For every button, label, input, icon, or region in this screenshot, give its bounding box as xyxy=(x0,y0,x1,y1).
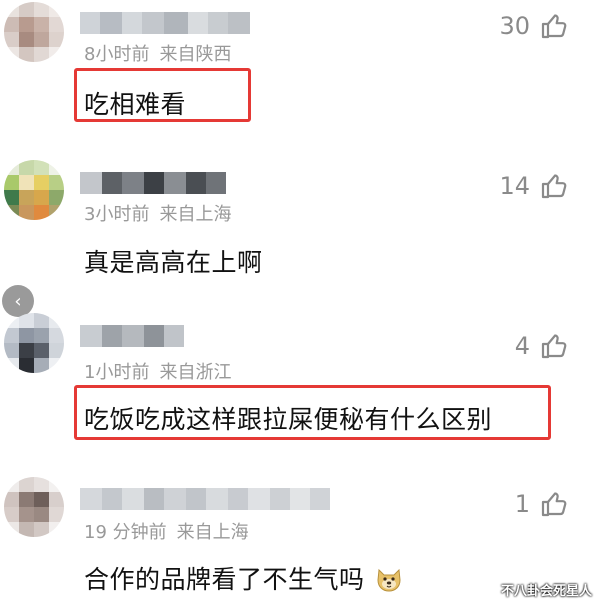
like-button[interactable]: 30 xyxy=(499,12,568,40)
comment-time: 1小时前 xyxy=(84,362,150,383)
comment-meta: 19 分钟前 来自上海 xyxy=(84,518,249,544)
highlight-box xyxy=(74,68,251,122)
avatar[interactable] xyxy=(4,2,64,62)
username-blurred[interactable] xyxy=(80,325,184,347)
like-button[interactable]: 4 xyxy=(515,332,568,360)
like-count: 14 xyxy=(499,172,530,200)
avatar[interactable] xyxy=(4,313,64,373)
comment-location: 来自上海 xyxy=(176,522,249,543)
avatar[interactable] xyxy=(4,160,64,220)
username-blurred[interactable] xyxy=(80,488,330,510)
like-button[interactable]: 1 xyxy=(515,490,568,518)
comment-time: 3小时前 xyxy=(84,204,150,225)
username-blurred[interactable] xyxy=(80,12,250,34)
thumbs-up-icon xyxy=(541,14,567,39)
like-button[interactable]: 14 xyxy=(499,172,568,200)
comment-location: 来自浙江 xyxy=(159,362,232,383)
like-count: 4 xyxy=(514,332,530,360)
comment-time: 8小时前 xyxy=(84,44,150,65)
comment-location: 来自陕西 xyxy=(159,44,232,65)
comment-meta: 3小时前 来自上海 xyxy=(84,200,231,226)
highlight-box xyxy=(74,385,551,440)
comment-text: 真是高高在上啊 xyxy=(84,248,263,277)
like-count: 1 xyxy=(514,490,530,518)
comment-time: 19 分钟前 xyxy=(84,522,167,543)
comment-text-content: 合作的品牌看了不生气吗 xyxy=(84,565,365,594)
avatar[interactable] xyxy=(4,477,64,537)
doge-emoji-icon xyxy=(377,568,401,592)
comment-meta: 1小时前 来自浙江 xyxy=(84,358,231,384)
watermark: 不八卦会死星人 xyxy=(500,584,592,599)
comment-meta: 8小时前 来自陕西 xyxy=(84,40,231,66)
thumbs-up-icon xyxy=(541,334,567,359)
thumbs-up-icon xyxy=(541,492,567,517)
comment-text: 合作的品牌看了不生气吗 xyxy=(84,560,403,596)
thumbs-up-icon xyxy=(541,174,567,199)
back-button[interactable]: ‹ xyxy=(2,285,34,317)
username-blurred[interactable] xyxy=(80,172,226,194)
comment-location: 来自上海 xyxy=(159,204,232,225)
like-count: 30 xyxy=(499,12,530,40)
